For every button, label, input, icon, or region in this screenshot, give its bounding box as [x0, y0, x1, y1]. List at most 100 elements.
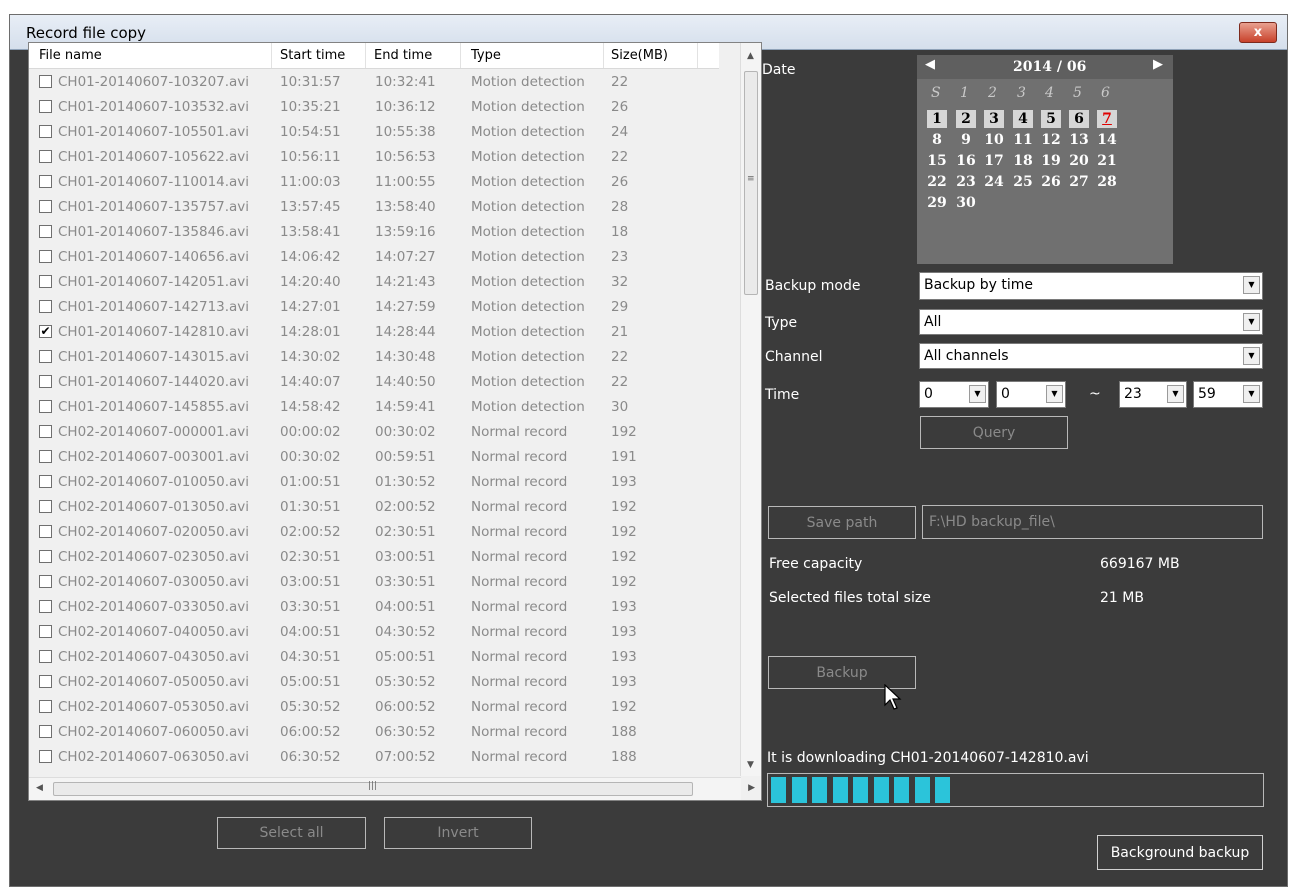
table-row[interactable]: CH02-20140607-003001.avi 00:30:02 00:59:51…	[29, 445, 723, 470]
calendar-day[interactable]: 22	[927, 173, 947, 191]
row-checkbox[interactable]	[39, 725, 52, 738]
calendar-day[interactable]: 30	[956, 194, 976, 212]
row-checkbox[interactable]	[39, 225, 52, 238]
row-checkbox[interactable]	[39, 350, 52, 363]
table-row[interactable]: CH02-20140607-040050.avi 04:00:51 04:30:52…	[29, 620, 723, 645]
calendar-day[interactable]: 7	[1097, 110, 1117, 128]
backup-mode-select[interactable]: Backup by time ▼	[919, 272, 1263, 300]
table-row[interactable]: CH02-20140607-023050.avi 02:30:51 03:00:51…	[29, 545, 723, 570]
calendar-day[interactable]: 18	[1013, 152, 1033, 170]
save-path-field[interactable]: F:\HD backup_file\	[922, 505, 1263, 539]
calendar-day[interactable]: 17	[984, 152, 1004, 170]
start-minute-select[interactable]: 0 ▼	[996, 381, 1066, 408]
row-checkbox[interactable]	[39, 625, 52, 638]
table-row[interactable]: CH01-20140607-140656.avi 14:06:42 14:07:27…	[29, 245, 723, 270]
row-checkbox[interactable]	[39, 175, 52, 188]
column-header-start-time[interactable]: Start time	[280, 48, 345, 63]
table-row[interactable]: CH02-20140607-000001.avi 00:00:02 00:30:02…	[29, 420, 723, 445]
calendar-day[interactable]: 1	[927, 110, 947, 128]
table-row[interactable]: CH01-20140607-145855.avi 14:58:42 14:59:41…	[29, 395, 723, 420]
calendar-day[interactable]: 5	[1041, 110, 1061, 128]
table-row[interactable]: CH01-20140607-103532.avi 10:35:21 10:36:12…	[29, 95, 723, 120]
row-checkbox[interactable]	[39, 600, 52, 613]
table-row[interactable]: CH01-20140607-135846.avi 13:58:41 13:59:16…	[29, 220, 723, 245]
table-row[interactable]: CH01-20140607-110014.avi 11:00:03 11:00:55…	[29, 170, 723, 195]
calendar-day[interactable]: 9	[956, 131, 976, 149]
table-row[interactable]: CH02-20140607-053050.avi 05:30:52 06:00:52…	[29, 695, 723, 720]
query-button[interactable]: Query	[920, 416, 1068, 449]
row-checkbox[interactable]	[39, 400, 52, 413]
row-checkbox[interactable]	[39, 375, 52, 388]
calendar-day[interactable]: 10	[984, 131, 1004, 149]
row-checkbox[interactable]	[39, 300, 52, 313]
calendar-day[interactable]: 19	[1041, 152, 1061, 170]
row-checkbox[interactable]	[39, 125, 52, 138]
calendar-day[interactable]: 28	[1097, 173, 1117, 191]
calendar-day[interactable]: 6	[1069, 110, 1089, 128]
scroll-down-icon[interactable]: ▼	[747, 760, 754, 770]
row-checkbox[interactable]	[39, 475, 52, 488]
calendar-day[interactable]: 3	[984, 110, 1004, 128]
calendar-day[interactable]: 15	[927, 152, 947, 170]
prev-month-icon[interactable]: ◀	[925, 57, 935, 72]
close-button[interactable]: x	[1239, 22, 1277, 43]
horizontal-scroll-thumb[interactable]: |||	[53, 781, 693, 796]
type-select[interactable]: All ▼	[919, 309, 1263, 335]
row-checkbox[interactable]	[39, 675, 52, 688]
table-row[interactable]: CH01-20140607-144020.avi 14:40:07 14:40:50…	[29, 370, 723, 395]
row-checkbox[interactable]	[39, 425, 52, 438]
row-checkbox[interactable]	[39, 650, 52, 663]
column-header-size[interactable]: Size(MB)	[611, 48, 668, 63]
row-checkbox[interactable]	[39, 525, 52, 538]
table-row[interactable]: CH01-20140607-142713.avi 14:27:01 14:27:59…	[29, 295, 723, 320]
table-row[interactable]: CH02-20140607-060050.avi 06:00:52 06:30:52…	[29, 720, 723, 745]
calendar-day[interactable]: 12	[1041, 131, 1061, 149]
row-checkbox[interactable]: ✔	[39, 325, 52, 338]
row-checkbox[interactable]	[39, 75, 52, 88]
table-row[interactable]: CH01-20140607-142051.avi 14:20:40 14:21:43…	[29, 270, 723, 295]
next-month-icon[interactable]: ▶	[1153, 57, 1163, 72]
column-header-end-time[interactable]: End time	[374, 48, 432, 63]
calendar-day[interactable]: 2	[956, 110, 976, 128]
calendar-day[interactable]: 27	[1069, 173, 1089, 191]
calendar-day[interactable]: 11	[1013, 131, 1033, 149]
horizontal-scrollbar[interactable]: ◀ ||| ▶	[29, 777, 755, 800]
table-row[interactable]: CH01-20140607-105622.avi 10:56:11 10:56:53…	[29, 145, 723, 170]
background-backup-button[interactable]: Background backup	[1097, 835, 1263, 870]
row-checkbox[interactable]	[39, 700, 52, 713]
save-path-button[interactable]: Save path	[768, 506, 916, 539]
scroll-left-icon[interactable]: ◀	[36, 783, 43, 793]
calendar-day[interactable]: 29	[927, 194, 947, 212]
calendar-day[interactable]: 20	[1069, 152, 1089, 170]
column-header-type[interactable]: Type	[471, 48, 501, 63]
calendar-day[interactable]: 14	[1097, 131, 1117, 149]
table-row[interactable]: CH02-20140607-063050.avi 06:30:52 07:00:52…	[29, 745, 723, 770]
table-row[interactable]: CH02-20140607-013050.avi 01:30:51 02:00:52…	[29, 495, 723, 520]
table-row[interactable]: CH02-20140607-010050.avi 01:00:51 01:30:52…	[29, 470, 723, 495]
calendar-day[interactable]: 25	[1013, 173, 1033, 191]
calendar-day[interactable]: 13	[1069, 131, 1089, 149]
row-checkbox[interactable]	[39, 500, 52, 513]
invert-button[interactable]: Invert	[384, 817, 532, 849]
scroll-up-icon[interactable]: ▲	[747, 51, 754, 61]
channel-select[interactable]: All channels ▼	[919, 343, 1263, 369]
calendar-day[interactable]: 24	[984, 173, 1004, 191]
table-row[interactable]: CH02-20140607-030050.avi 03:00:51 03:30:51…	[29, 570, 723, 595]
calendar-day[interactable]: 23	[956, 173, 976, 191]
row-checkbox[interactable]	[39, 150, 52, 163]
row-checkbox[interactable]	[39, 750, 52, 763]
start-hour-select[interactable]: 0 ▼	[919, 381, 989, 408]
scroll-right-icon[interactable]: ▶	[748, 783, 755, 793]
end-hour-select[interactable]: 23 ▼	[1119, 381, 1187, 408]
table-row[interactable]: CH01-20140607-105501.avi 10:54:51 10:55:38…	[29, 120, 723, 145]
calendar-day[interactable]: 21	[1097, 152, 1117, 170]
table-row[interactable]: CH02-20140607-020050.avi 02:00:52 02:30:51…	[29, 520, 723, 545]
table-row[interactable]: CH02-20140607-043050.avi 04:30:51 05:00:51…	[29, 645, 723, 670]
calendar-day[interactable]: 26	[1041, 173, 1061, 191]
column-header-file-name[interactable]: File name	[39, 48, 102, 63]
vertical-scroll-thumb[interactable]: ≡	[744, 71, 758, 295]
table-row[interactable]: CH01-20140607-103207.avi 10:31:57 10:32:41…	[29, 70, 723, 95]
vertical-scrollbar[interactable]: ▲ ≡ ▼	[740, 43, 761, 776]
table-row[interactable]: CH02-20140607-033050.avi 03:30:51 04:00:51…	[29, 595, 723, 620]
end-minute-select[interactable]: 59 ▼	[1193, 381, 1263, 408]
